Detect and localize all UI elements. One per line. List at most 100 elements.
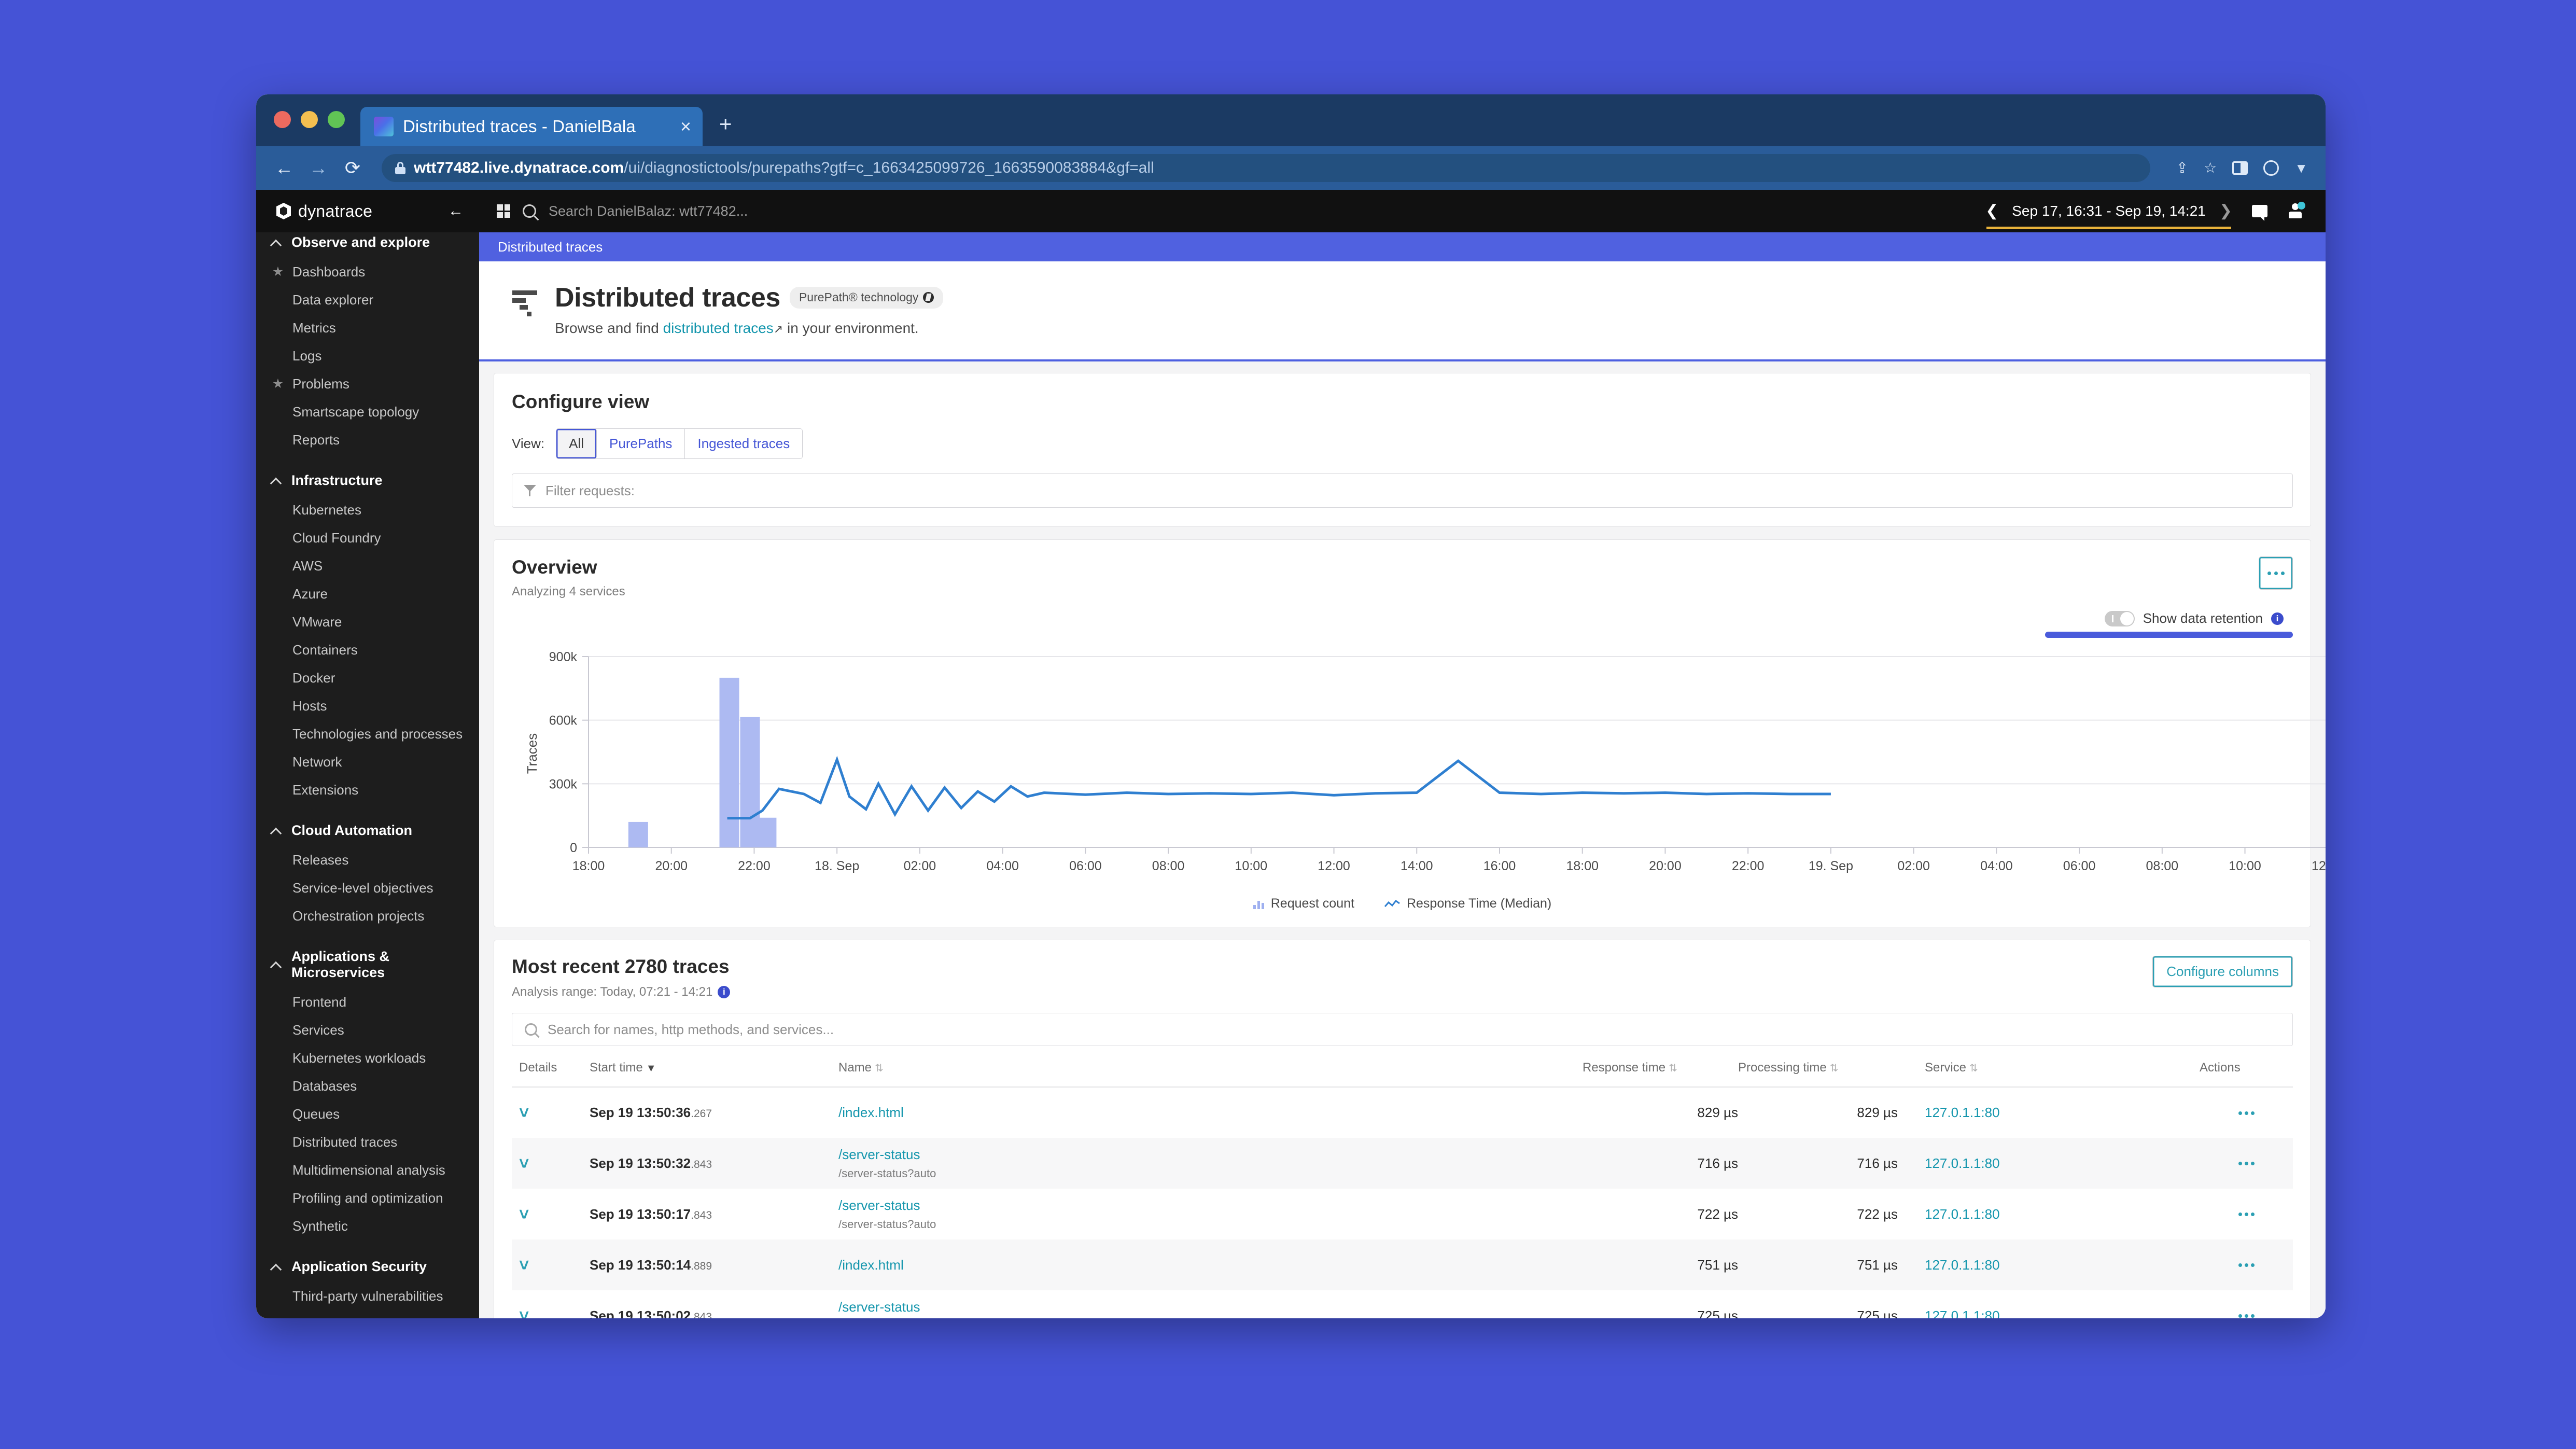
trace-search-input[interactable]: Search for names, http methods, and serv… bbox=[512, 1013, 2293, 1046]
filter-requests-input[interactable]: Filter requests: bbox=[512, 473, 2293, 508]
view-option-purepaths[interactable]: PurePaths bbox=[597, 429, 685, 458]
sidebar-item-dashboards[interactable]: ★ Dashboards bbox=[256, 258, 479, 286]
actions-cell[interactable] bbox=[2200, 1290, 2293, 1318]
service-link[interactable]: 127.0.1.1:80 bbox=[1925, 1308, 2000, 1319]
more-options-icon[interactable] bbox=[2238, 1263, 2255, 1267]
service-link[interactable]: 127.0.1.1:80 bbox=[1925, 1257, 2000, 1273]
expand-row-cell[interactable]: ˅ bbox=[512, 1138, 590, 1189]
chevron-right-icon[interactable]: ❯ bbox=[2219, 203, 2232, 219]
more-options-icon[interactable] bbox=[2238, 1213, 2255, 1216]
service-link[interactable]: 127.0.1.1:80 bbox=[1925, 1105, 2000, 1120]
table-row[interactable]: ˅ Sep 19 13:50:14.889/index.html 751 µs 751… bbox=[512, 1239, 2293, 1290]
view-option-all[interactable]: All bbox=[556, 429, 597, 458]
legend-item-response-time[interactable]: Response Time (Median) bbox=[1384, 896, 1551, 911]
browser-tab[interactable]: Distributed traces - DanielBala × bbox=[360, 107, 703, 146]
arrow-right-icon[interactable]: → bbox=[308, 159, 329, 177]
sidebar-item-databases[interactable]: Databases bbox=[256, 1072, 479, 1100]
sidebar-item-aws[interactable]: AWS bbox=[256, 552, 479, 580]
overview-chart[interactable]: 0300k600k900k 0 µs500 µs1 ms1.5 ms 18:00… bbox=[512, 647, 2326, 891]
sidebar-item-network[interactable]: Network bbox=[256, 748, 479, 776]
trace-name-link[interactable]: /server-status bbox=[838, 1197, 1583, 1214]
chevron-down-icon[interactable]: ˅ bbox=[519, 1306, 529, 1319]
sidebar-item-multidimensional-analysis[interactable]: Multidimensional analysis bbox=[256, 1156, 479, 1184]
expand-row-cell[interactable]: ˅ bbox=[512, 1239, 590, 1290]
sidebar-item-logs[interactable]: Logs bbox=[256, 342, 479, 370]
sidebar-item-synthetic[interactable]: Synthetic bbox=[256, 1212, 479, 1240]
star-icon[interactable]: ☆ bbox=[2204, 161, 2217, 175]
sidebar-item-smartscape-topology[interactable]: Smartscape topology bbox=[256, 398, 479, 426]
column-header-processing-time[interactable]: Processing time ⇅ bbox=[1738, 1061, 1909, 1088]
sidebar-item-technologies-and-processes[interactable]: Technologies and processes bbox=[256, 720, 479, 748]
trace-name-link[interactable]: /index.html bbox=[838, 1105, 1583, 1121]
sidebar-item-frontend[interactable]: Frontend bbox=[256, 988, 479, 1016]
trace-name-link[interactable]: /server-status bbox=[838, 1299, 1583, 1315]
sidebar-item-hosts[interactable]: Hosts bbox=[256, 692, 479, 720]
sidebar-item-vmware[interactable]: VMware bbox=[256, 608, 479, 636]
share-icon[interactable]: ⇪ bbox=[2176, 161, 2188, 175]
sidebar-item-service-level-objectives[interactable]: Service-level objectives bbox=[256, 874, 479, 902]
more-options-icon[interactable] bbox=[2238, 1111, 2255, 1115]
page-scroll-area[interactable]: Configure view View: All PurePaths Inges… bbox=[479, 361, 2326, 1318]
expand-row-cell[interactable]: ˅ bbox=[512, 1189, 590, 1239]
distributed-traces-link[interactable]: distributed traces bbox=[663, 320, 774, 336]
plus-icon[interactable]: + bbox=[719, 113, 732, 135]
sidebar-item-problems[interactable]: ★ Problems bbox=[256, 370, 479, 398]
user-icon[interactable] bbox=[2278, 202, 2314, 219]
trace-name-link[interactable]: /index.html bbox=[838, 1257, 1583, 1273]
column-header-details[interactable]: Details bbox=[512, 1061, 590, 1088]
sidebar-item-docker[interactable]: Docker bbox=[256, 664, 479, 692]
arrow-left-icon[interactable]: ← bbox=[274, 159, 295, 177]
profile-icon[interactable] bbox=[2263, 160, 2279, 176]
chevron-left-icon[interactable]: ❮ bbox=[1985, 203, 1998, 219]
sidebar-item-cloud-foundry[interactable]: Cloud Foundry bbox=[256, 524, 479, 552]
service-link[interactable]: 127.0.1.1:80 bbox=[1925, 1155, 2000, 1171]
sidebar-item-profiling-and-optimization[interactable]: Profiling and optimization bbox=[256, 1184, 479, 1212]
sidebar-group-application-security[interactable]: Application Security bbox=[256, 1251, 479, 1282]
sidepanel-icon[interactable] bbox=[2232, 161, 2248, 175]
legend-item-request-count[interactable]: Request count bbox=[1253, 896, 1354, 911]
sidebar-item-extensions[interactable]: Extensions bbox=[256, 776, 479, 804]
sidebar-item-data-explorer[interactable]: Data explorer bbox=[256, 286, 479, 314]
address-bar[interactable]: wtt77482.live.dynatrace.com/ui/diagnosti… bbox=[382, 154, 2150, 182]
actions-cell[interactable] bbox=[2200, 1138, 2293, 1189]
trace-name-link[interactable]: /server-status bbox=[838, 1147, 1583, 1163]
sidebar-group-applications-and-microservices[interactable]: Applications & Microservices bbox=[256, 941, 479, 988]
sidebar-item-reports[interactable]: Reports bbox=[256, 426, 479, 454]
more-options-icon[interactable] bbox=[2238, 1162, 2255, 1165]
sidebar-nav[interactable]: Observe and explore ★ Dashboards Data exp… bbox=[256, 232, 479, 1318]
arrow-left-icon[interactable]: ← bbox=[448, 203, 464, 219]
more-options-icon[interactable] bbox=[2238, 1314, 2255, 1318]
sidebar-item-containers[interactable]: Containers bbox=[256, 636, 479, 664]
maximize-window-button[interactable] bbox=[328, 110, 345, 128]
table-row[interactable]: ˅ Sep 19 13:50:17.843/server-status/serve… bbox=[512, 1189, 2293, 1239]
close-icon[interactable]: × bbox=[680, 117, 691, 136]
chevron-down-icon[interactable]: ˅ bbox=[519, 1205, 529, 1224]
expand-row-cell[interactable]: ˅ bbox=[512, 1087, 590, 1138]
grid-icon[interactable] bbox=[497, 204, 510, 218]
search-input[interactable]: Search DanielBalaz: wtt77482... bbox=[549, 203, 748, 219]
sidebar-group-cloud-automation[interactable]: Cloud Automation bbox=[256, 815, 479, 846]
sidebar-item-azure[interactable]: Azure bbox=[256, 580, 479, 608]
more-options-icon[interactable] bbox=[2259, 556, 2293, 590]
global-search[interactable]: Search DanielBalaz: wtt77482... bbox=[479, 190, 1976, 232]
chevron-down-icon[interactable]: ˅ bbox=[519, 1103, 529, 1122]
table-row[interactable]: ˅ Sep 19 13:50:02.843/server-status/serve… bbox=[512, 1290, 2293, 1318]
configure-columns-button[interactable]: Configure columns bbox=[2152, 956, 2293, 987]
chevron-down-icon[interactable]: ▼ bbox=[2294, 160, 2308, 176]
close-window-button[interactable] bbox=[274, 110, 291, 128]
column-header-name[interactable]: Name ⇅ bbox=[838, 1061, 1583, 1088]
info-icon[interactable]: i bbox=[718, 986, 731, 998]
chat-icon[interactable] bbox=[2242, 205, 2278, 221]
sidebar-item-releases[interactable]: Releases bbox=[256, 846, 479, 874]
column-header-service[interactable]: Service ⇅ bbox=[1909, 1061, 2200, 1088]
sidebar-item-services[interactable]: Services bbox=[256, 1016, 479, 1044]
data-retention-toggle[interactable] bbox=[2104, 610, 2135, 626]
info-icon[interactable]: i bbox=[2271, 612, 2284, 625]
sidebar-item-third-party-vulnerabilities[interactable]: Third-party vulnerabilities bbox=[256, 1282, 479, 1310]
chevron-down-icon[interactable]: ˅ bbox=[519, 1154, 529, 1173]
sidebar-item-orchestration-projects[interactable]: Orchestration projects bbox=[256, 902, 479, 930]
service-link[interactable]: 127.0.1.1:80 bbox=[1925, 1206, 2000, 1222]
sidebar-item-queues[interactable]: Queues bbox=[256, 1100, 479, 1128]
expand-row-cell[interactable]: ˅ bbox=[512, 1290, 590, 1319]
table-row[interactable]: ˅ Sep 19 13:50:32.843/server-status/serve… bbox=[512, 1138, 2293, 1189]
